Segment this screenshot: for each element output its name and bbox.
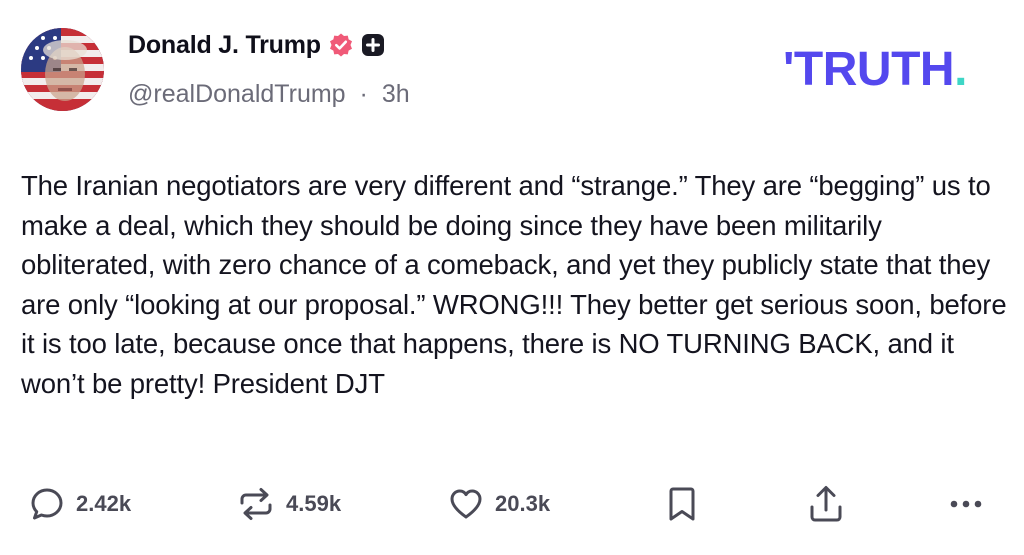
like-button[interactable]: 20.3k <box>447 482 550 526</box>
more-options-icon <box>946 494 986 514</box>
post-time[interactable]: 3h <box>382 80 410 108</box>
verified-badge-icon <box>328 32 354 58</box>
more-options-button[interactable] <box>946 482 986 526</box>
retruth-icon <box>236 485 276 523</box>
logo-word: TRUTH <box>793 43 955 96</box>
retruth-count: 4.59k <box>286 491 342 516</box>
meta-separator: · <box>359 80 368 108</box>
logo-tick: ' <box>783 43 794 96</box>
post-action-bar: 2.42k 4.59k 20.3k <box>0 482 1024 526</box>
truth-post: Donald J. Trump @realDonaldTrump · 3h 'T… <box>0 0 1024 555</box>
bookmark-button[interactable] <box>664 482 700 526</box>
like-count: 20.3k <box>495 491 551 516</box>
bookmark-icon <box>664 484 700 524</box>
reply-button[interactable]: 2.42k <box>28 482 131 526</box>
post-text: The Iranian negotiators are very differe… <box>21 170 1007 399</box>
author-handle[interactable]: @realDonaldTrump <box>128 80 346 108</box>
plus-square-icon <box>361 33 385 57</box>
author-handle-row: @realDonaldTrump · 3h <box>128 80 410 109</box>
author-display-name[interactable]: Donald J. Trump <box>128 31 321 60</box>
retruth-button[interactable]: 4.59k <box>236 482 341 526</box>
reply-icon <box>28 485 66 523</box>
share-icon <box>806 483 846 525</box>
avatar[interactable] <box>21 28 104 111</box>
logo-dot: . <box>954 43 967 96</box>
author-name-row: Donald J. Trump <box>128 28 385 62</box>
heart-icon <box>447 485 485 523</box>
avatar-image <box>21 28 104 111</box>
share-button[interactable] <box>806 482 846 526</box>
reply-count: 2.42k <box>76 491 132 516</box>
truth-social-logo: 'TRUTH. <box>783 44 967 96</box>
